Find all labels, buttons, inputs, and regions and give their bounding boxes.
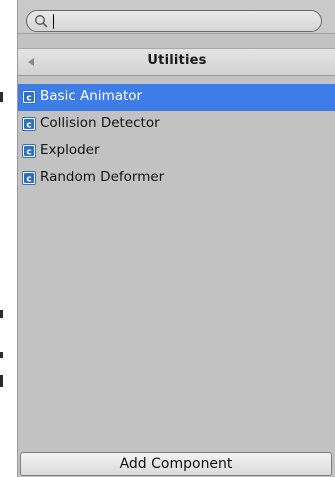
list-item-collision-detector[interactable]: c Collision Detector bbox=[18, 111, 335, 138]
category-header: Utilities bbox=[18, 48, 335, 76]
svg-text:c: c bbox=[26, 94, 31, 104]
list-item-basic-animator[interactable]: c Basic Animator bbox=[18, 84, 335, 111]
category-title: Utilities bbox=[147, 53, 207, 68]
list-item-random-deformer[interactable]: c Random Deformer bbox=[18, 165, 335, 192]
list-item-label: Random Deformer bbox=[40, 169, 165, 185]
edge-mark bbox=[0, 352, 3, 358]
list-item-label: Collision Detector bbox=[40, 115, 160, 131]
list-item-exploder[interactable]: c Exploder bbox=[18, 138, 335, 165]
svg-text:c: c bbox=[26, 148, 31, 158]
edge-mark bbox=[0, 92, 3, 102]
csharp-script-icon: c bbox=[22, 117, 36, 131]
csharp-script-icon: c bbox=[22, 144, 36, 158]
component-picker-window: Utilities c Basic Animator c Collision D… bbox=[0, 0, 335, 477]
search-bar bbox=[18, 0, 335, 34]
svg-text:c: c bbox=[26, 175, 31, 185]
csharp-script-icon: c bbox=[22, 90, 36, 104]
component-list: c Basic Animator c Collision Detector c bbox=[18, 84, 335, 192]
csharp-script-icon: c bbox=[22, 171, 36, 185]
edge-mark bbox=[0, 310, 3, 318]
add-component-panel: Utilities c Basic Animator c Collision D… bbox=[17, 0, 335, 477]
list-item-label: Exploder bbox=[40, 142, 100, 158]
text-caret bbox=[53, 14, 54, 29]
edge-mark bbox=[0, 375, 3, 387]
search-input[interactable] bbox=[51, 13, 311, 29]
svg-text:c: c bbox=[26, 121, 31, 131]
search-icon bbox=[35, 15, 48, 28]
list-item-label: Basic Animator bbox=[40, 88, 143, 104]
search-field[interactable] bbox=[26, 10, 322, 32]
add-component-button[interactable]: Add Component bbox=[20, 452, 332, 476]
